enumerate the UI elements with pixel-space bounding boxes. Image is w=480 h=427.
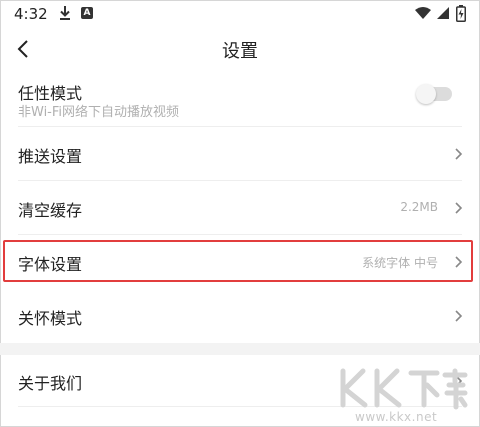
signal-icon bbox=[437, 7, 449, 19]
wifi-icon bbox=[415, 7, 431, 19]
setting-row-wayward-mode[interactable]: 任性模式 非Wi-Fi网络下自动播放视频 bbox=[0, 72, 480, 124]
chevron-right-icon bbox=[455, 148, 463, 160]
setting-label: 推送设置 bbox=[18, 147, 83, 166]
row-divider bbox=[18, 234, 462, 235]
nav-header: 设置 bbox=[0, 28, 480, 70]
download-icon bbox=[60, 6, 70, 20]
chevron-right-icon bbox=[455, 202, 463, 214]
page-title: 设置 bbox=[222, 41, 258, 62]
autoplay-toggle[interactable] bbox=[416, 84, 452, 104]
highlight-box bbox=[3, 240, 473, 282]
watermark-url: www.kkx.net bbox=[355, 410, 438, 424]
toggle-knob bbox=[416, 84, 436, 104]
app-notification-icon: A bbox=[81, 7, 93, 19]
setting-description: 非Wi-Fi网络下自动播放视频 bbox=[18, 105, 180, 120]
status-time: 4:32 bbox=[14, 5, 48, 23]
setting-label: 关怀模式 bbox=[18, 309, 83, 328]
section-gap bbox=[0, 343, 480, 355]
battery-icon bbox=[456, 5, 466, 22]
setting-label: 清空缓存 bbox=[18, 201, 83, 220]
setting-row-clear-cache[interactable]: 清空缓存 2.2MB bbox=[0, 181, 480, 233]
setting-row-push[interactable]: 推送设置 bbox=[0, 127, 480, 179]
status-bar: 4:32 A bbox=[0, 0, 480, 28]
setting-row-care-mode[interactable]: 关怀模式 bbox=[0, 289, 480, 341]
watermark-logo bbox=[340, 368, 468, 410]
cache-size-value: 2.2MB bbox=[400, 200, 438, 214]
setting-label: 关于我们 bbox=[18, 374, 83, 393]
chevron-right-icon bbox=[455, 310, 463, 322]
